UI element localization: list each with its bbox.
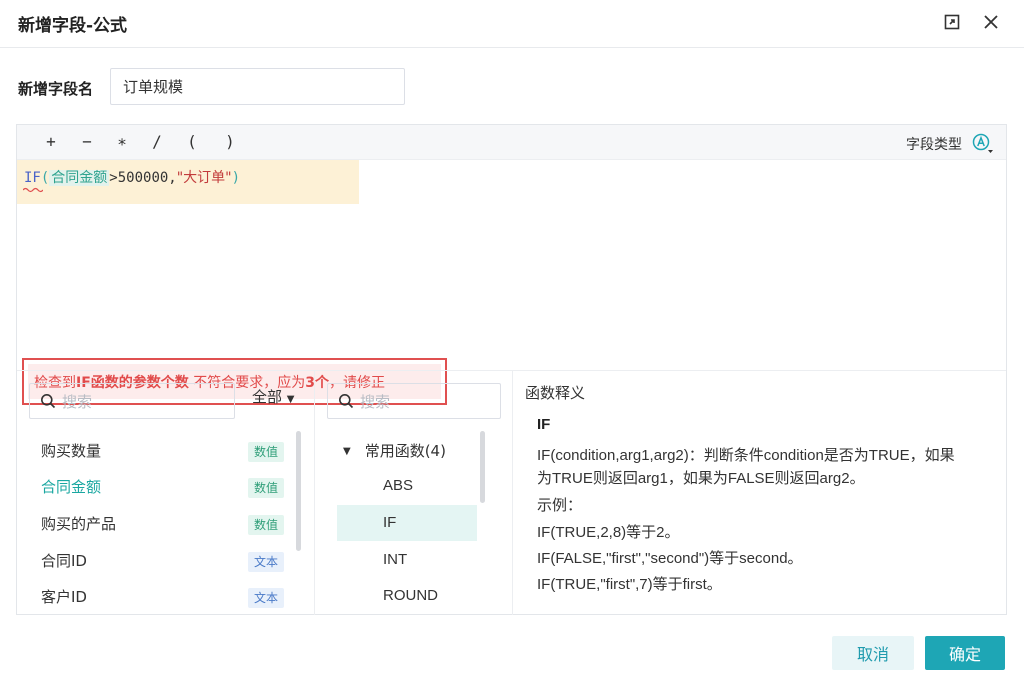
bottom-panels: 搜索 全部 ▼ 购买数量 数值 合同金额 数值 购买的产品 数值 合同ID 文本… [17, 370, 1006, 615]
caret-down-icon: ▼ [343, 446, 351, 457]
dialog-header: 新增字段-公式 [0, 0, 1024, 48]
field-item-name: 购买数量 [41, 442, 102, 460]
explanation-example: IF(FALSE,"first","second")等于second。 [537, 550, 803, 567]
field-item-name: 客户ID [41, 588, 87, 606]
functions-scrollbar[interactable] [480, 431, 485, 503]
dialog-title: 新增字段-公式 [18, 16, 128, 36]
caret-down-icon: ▼ [286, 394, 295, 405]
error-squiggle-icon [23, 187, 43, 193]
operator-toolbar: + − ∗ / ( ) 字段类型 [17, 125, 1006, 160]
letter-a-circle-icon[interactable] [972, 133, 994, 155]
explanation-title: 函数释义 [525, 384, 586, 402]
maximize-icon[interactable] [940, 10, 964, 34]
explanation-description-2: 为TRUE则返回arg1，如果为FALSE则返回arg2。 [537, 470, 865, 487]
functions-search-placeholder: 搜索 [360, 392, 391, 411]
close-paren-button[interactable]: ) [220, 132, 240, 151]
explanation-example: IF(TRUE,2,8)等于2。 [537, 524, 680, 541]
field-type-tag: 数值 [248, 442, 285, 462]
search-icon [339, 394, 354, 409]
field-type-tag: 文本 [248, 552, 285, 572]
confirm-button[interactable]: 确定 [925, 636, 1005, 670]
plus-operator-button[interactable]: + [41, 132, 61, 151]
field-type-label: 字段类型 [906, 137, 962, 153]
formula-editor: + − ∗ / ( ) 字段类型 IF(合同金额 >500000,"大订单") 检… [16, 124, 1007, 615]
multiply-operator-button[interactable]: ∗ [112, 132, 132, 151]
search-icon [41, 394, 56, 409]
field-filter-dropdown[interactable]: 全部 ▼ [252, 386, 295, 407]
field-type-tag: 数值 [248, 478, 285, 498]
formula-input-area[interactable]: IF(合同金额 >500000,"大订单") 检查到 IF函数的参数个数 不符合要求… [17, 160, 1006, 405]
functions-panel: 搜索 ▼ 常用函数(4) ABS IF INT ROUND [315, 371, 513, 615]
formula-close-paren: ) [231, 170, 241, 186]
field-item-name: 合同ID [41, 552, 87, 570]
function-group-label: 常用函数(4) [364, 442, 446, 460]
field-filter-label: 全部 [252, 388, 283, 406]
formula-string: "大订单" [176, 170, 232, 186]
field-item[interactable]: 合同ID 文本 [17, 542, 297, 578]
explanation-example: IF(TRUE,"first",7)等于first。 [537, 576, 722, 593]
field-name-input[interactable] [110, 68, 405, 105]
field-type-tag: 数值 [248, 515, 285, 535]
function-item[interactable]: ABS [337, 468, 477, 504]
explanation-example-label: 示例： [537, 497, 583, 514]
explanation-function-name: IF [537, 416, 551, 433]
cancel-button[interactable]: 取消 [832, 636, 914, 670]
function-item-selected[interactable]: IF [337, 505, 477, 541]
formula-code: IF(合同金额 >500000,"大订单") [24, 167, 240, 187]
function-explanation-panel: 函数释义 IF IF(condition,arg1,arg2)：判断条件cond… [513, 371, 1006, 615]
field-item[interactable]: 客户ID 文本 [17, 578, 297, 614]
function-item[interactable]: ROUND [337, 578, 477, 614]
field-item[interactable]: 购买的产品 数值 [17, 505, 297, 541]
field-type-tag: 文本 [248, 588, 285, 608]
open-paren-button[interactable]: ( [182, 132, 202, 151]
fields-panel: 搜索 全部 ▼ 购买数量 数值 合同金额 数值 购买的产品 数值 合同ID 文本… [17, 371, 315, 615]
formula-function: IF [24, 170, 41, 186]
minus-operator-button[interactable]: − [77, 132, 97, 151]
close-icon[interactable] [979, 10, 1003, 34]
field-name-label: 新增字段名 [18, 80, 94, 98]
field-item[interactable]: 合同金额 数值 [17, 468, 297, 504]
function-group-common[interactable]: ▼ 常用函数(4) [343, 440, 446, 461]
formula-line: IF(合同金额 >500000,"大订单") [17, 160, 359, 204]
formula-condition: >500000, [109, 170, 177, 186]
field-item[interactable]: 购买数量 数值 [17, 432, 297, 468]
divide-operator-button[interactable]: / [147, 132, 167, 151]
explanation-description-1: IF(condition,arg1,arg2)：判断条件condition是否为… [537, 447, 955, 464]
formula-field-token[interactable]: 合同金额 [49, 170, 110, 186]
field-item-name: 合同金额 [41, 478, 102, 496]
field-item-name: 购买的产品 [41, 515, 117, 533]
fields-scrollbar[interactable] [296, 431, 301, 551]
functions-search-input[interactable]: 搜索 [327, 383, 501, 419]
fields-search-input[interactable]: 搜索 [29, 383, 235, 419]
fields-search-placeholder: 搜索 [62, 392, 93, 411]
function-item[interactable]: INT [337, 542, 477, 578]
